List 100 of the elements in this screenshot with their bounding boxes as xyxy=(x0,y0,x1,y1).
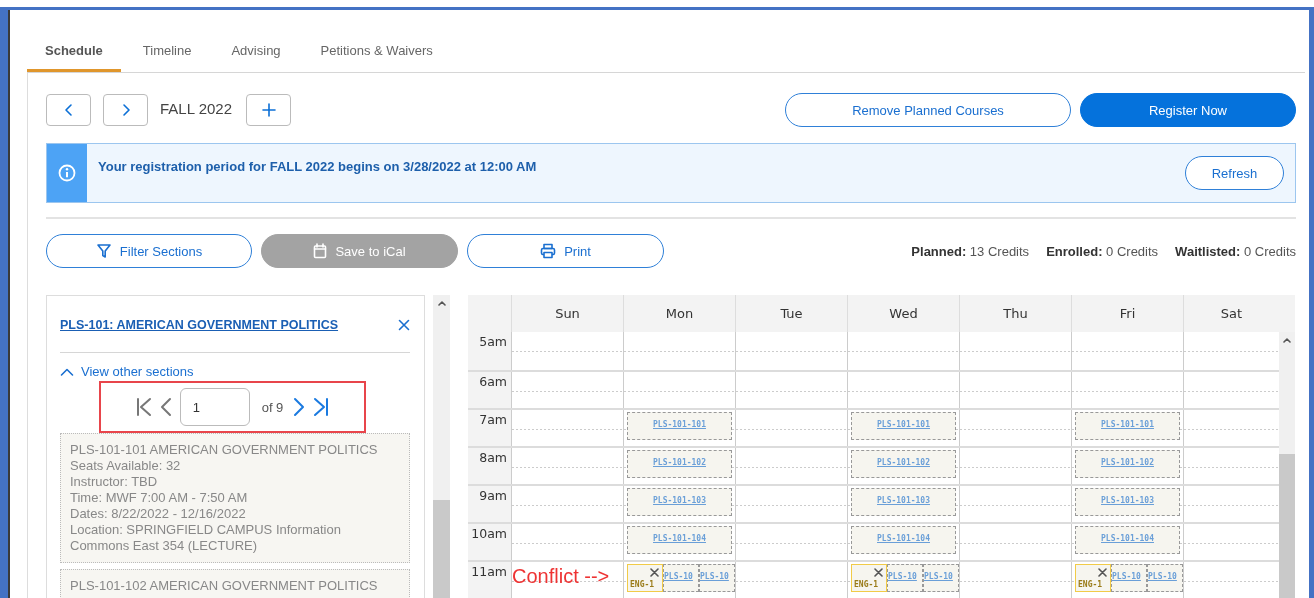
calendar-cell[interactable] xyxy=(1071,372,1183,408)
section-link[interactable]: PLS-101-101 xyxy=(877,420,930,429)
calendar-cell[interactable] xyxy=(1183,524,1279,560)
section-event[interactable]: PLS-101-103 xyxy=(851,488,956,516)
scrollbar-thumb[interactable] xyxy=(433,500,450,598)
section-event[interactable]: PLS-101-101 xyxy=(627,412,732,440)
calendar-cell[interactable] xyxy=(959,448,1071,484)
calendar-cell[interactable] xyxy=(735,486,847,522)
calendar-cell[interactable] xyxy=(511,448,623,484)
calendar-cell[interactable] xyxy=(511,486,623,522)
calendar-cell[interactable] xyxy=(511,524,623,560)
calendar-cell[interactable] xyxy=(959,410,1071,446)
scrollbar[interactable] xyxy=(1279,332,1295,598)
section-event[interactable]: PLS-10 xyxy=(663,564,699,592)
section-link[interactable]: PLS-101-104 xyxy=(653,534,706,543)
calendar-cell[interactable] xyxy=(735,562,847,598)
calendar-cell[interactable]: PLS-101-102 xyxy=(847,448,959,484)
calendar-cell[interactable]: ENG-1 PLS-10 PLS-10 xyxy=(623,562,735,598)
tab[interactable]: Advising xyxy=(213,40,299,72)
calendar-cell[interactable] xyxy=(847,372,959,408)
calendar-cell[interactable]: PLS-101-104 xyxy=(1071,524,1183,560)
section-link[interactable]: PLS-101-102 xyxy=(877,458,930,467)
section-event[interactable]: PLS-101-101 xyxy=(851,412,956,440)
calendar-cell[interactable]: PLS-101-101 xyxy=(847,410,959,446)
calendar-cell[interactable]: PLS-101-103 xyxy=(1071,486,1183,522)
section-event[interactable]: PLS-101-104 xyxy=(627,526,732,554)
section-event[interactable]: PLS-10 xyxy=(699,564,735,592)
calendar-cell[interactable]: ENG-1 PLS-10 PLS-10 xyxy=(847,562,959,598)
section-link[interactable]: PLS-101-104 xyxy=(877,534,930,543)
tab[interactable]: Petitions & Waivers xyxy=(302,40,451,72)
calendar-cell[interactable] xyxy=(623,332,735,370)
section-event[interactable]: PLS-10 xyxy=(1111,564,1147,592)
section-event[interactable]: PLS-101-104 xyxy=(1075,526,1180,554)
print-button[interactable]: Print xyxy=(467,234,664,268)
calendar-cell[interactable] xyxy=(1183,562,1279,598)
section-link[interactable]: PLS-101-102 xyxy=(1101,458,1154,467)
register-button[interactable]: Register Now xyxy=(1080,93,1296,127)
calendar-cell[interactable]: PLS-101-101 xyxy=(1071,410,1183,446)
calendar-cell[interactable] xyxy=(1183,410,1279,446)
section-event[interactable]: PLS-101-104 xyxy=(851,526,956,554)
calendar-cell[interactable] xyxy=(511,372,623,408)
calendar-cell[interactable]: PLS-101-103 xyxy=(847,486,959,522)
calendar-cell[interactable]: PLS-101-102 xyxy=(623,448,735,484)
calendar-cell[interactable] xyxy=(735,448,847,484)
section-link[interactable]: PLS-101-104 xyxy=(1101,534,1154,543)
conflict-event[interactable]: ENG-1 xyxy=(851,564,887,592)
section-link[interactable]: PLS-10 xyxy=(700,572,729,581)
scrollbar[interactable] xyxy=(433,295,450,598)
calendar-cell[interactable] xyxy=(959,332,1071,370)
calendar-cell[interactable]: PLS-101-104 xyxy=(847,524,959,560)
calendar-cell[interactable]: Conflict --> xyxy=(511,562,623,598)
section-card[interactable]: PLS-101-102 AMERICAN GOVERNMENT POLITICS xyxy=(60,569,410,598)
section-link[interactable]: PLS-101-102 xyxy=(653,458,706,467)
refresh-button[interactable]: Refresh xyxy=(1185,156,1284,190)
calendar-cell[interactable] xyxy=(959,524,1071,560)
calendar-cell[interactable]: PLS-101-102 xyxy=(1071,448,1183,484)
conflict-event[interactable]: ENG-1 xyxy=(1075,564,1111,592)
section-link[interactable]: PLS-101-103 xyxy=(653,496,706,505)
section-link[interactable]: PLS-101-103 xyxy=(1101,496,1154,505)
add-term-button[interactable] xyxy=(246,94,291,126)
calendar-cell[interactable] xyxy=(959,486,1071,522)
conflict-event[interactable]: ENG-1 xyxy=(627,564,663,592)
filter-button[interactable]: Filter Sections xyxy=(46,234,252,268)
section-link[interactable]: PLS-101-103 xyxy=(877,496,930,505)
calendar-cell[interactable] xyxy=(511,332,623,370)
calendar-cell[interactable]: ENG-1 PLS-10 PLS-10 xyxy=(1071,562,1183,598)
calendar-cell[interactable] xyxy=(847,332,959,370)
scrollbar-thumb[interactable] xyxy=(1279,454,1295,598)
section-event[interactable]: PLS-101-103 xyxy=(1075,488,1180,516)
section-event[interactable]: PLS-101-102 xyxy=(851,450,956,478)
calendar-cell[interactable] xyxy=(1183,372,1279,408)
calendar-cell[interactable]: PLS-101-104 xyxy=(623,524,735,560)
tab[interactable]: Schedule xyxy=(27,40,121,72)
calendar-cell[interactable]: PLS-101-101 xyxy=(623,410,735,446)
calendar-cell[interactable] xyxy=(735,372,847,408)
section-event[interactable]: PLS-10 xyxy=(1147,564,1183,592)
calendar-cell[interactable] xyxy=(735,524,847,560)
calendar-cell[interactable]: PLS-101-103 xyxy=(623,486,735,522)
section-link[interactable]: PLS-10 xyxy=(924,572,953,581)
section-event[interactable]: PLS-101-102 xyxy=(1075,450,1180,478)
calendar-cell[interactable] xyxy=(1183,448,1279,484)
tab[interactable]: Timeline xyxy=(124,40,210,72)
calendar-cell[interactable] xyxy=(1183,332,1279,370)
section-link[interactable]: PLS-10 xyxy=(888,572,917,581)
section-link[interactable]: PLS-10 xyxy=(664,572,693,581)
section-event[interactable]: PLS-101-102 xyxy=(627,450,732,478)
calendar-cell[interactable] xyxy=(735,410,847,446)
section-link[interactable]: PLS-10 xyxy=(1148,572,1177,581)
calendar-cell[interactable] xyxy=(959,372,1071,408)
section-link[interactable]: PLS-101-101 xyxy=(653,420,706,429)
section-link[interactable]: PLS-101-101 xyxy=(1101,420,1154,429)
next-term-button[interactable] xyxy=(103,94,148,126)
course-title-link[interactable]: PLS-101: AMERICAN GOVERNMENT POLITICS xyxy=(60,318,339,332)
calendar-cell[interactable] xyxy=(959,562,1071,598)
calendar-cell[interactable] xyxy=(735,332,847,370)
section-event[interactable]: PLS-10 xyxy=(923,564,959,592)
view-sections-toggle[interactable]: View other sections xyxy=(60,364,410,379)
page-field[interactable]: 1 xyxy=(179,388,250,426)
calendar-cell[interactable] xyxy=(623,372,735,408)
section-card[interactable] xyxy=(60,433,410,563)
